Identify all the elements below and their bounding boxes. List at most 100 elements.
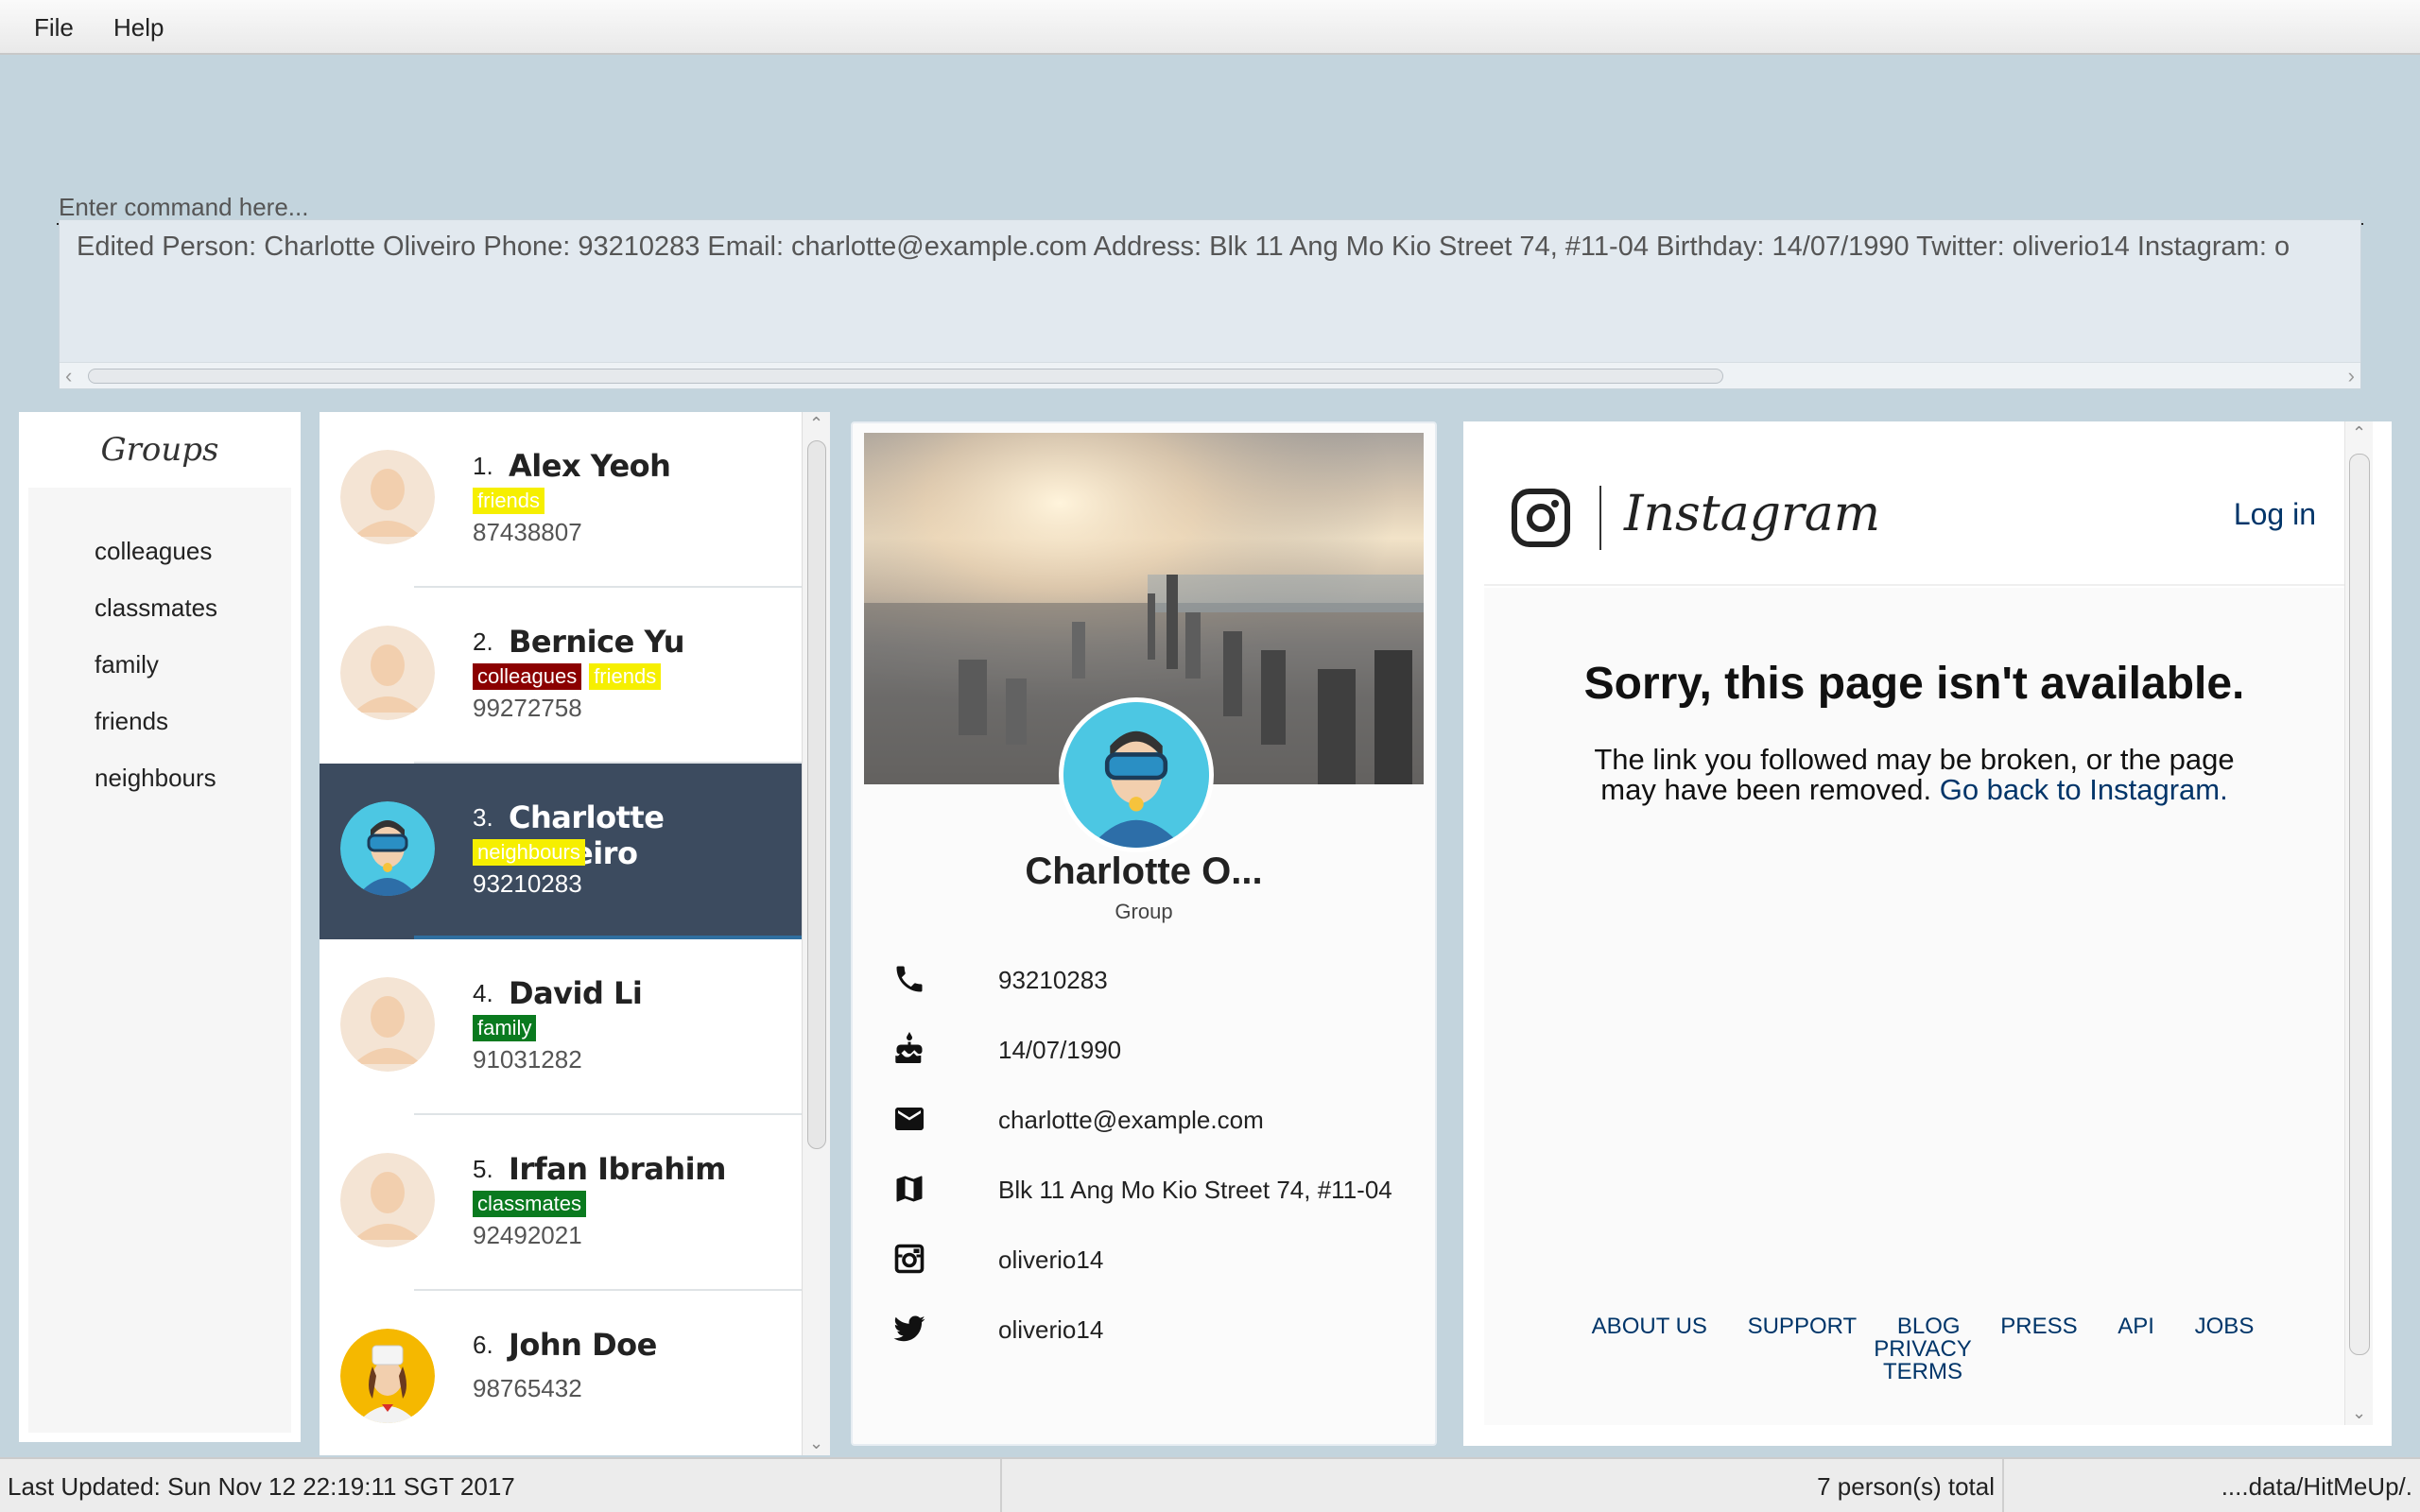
groups-list: colleagues classmates family friends nei… bbox=[28, 488, 291, 1433]
person-name: Bernice Yu bbox=[509, 624, 685, 660]
footer-press-link[interactable]: PRESS bbox=[2000, 1314, 2077, 1339]
person-phone: 92492021 bbox=[473, 1221, 582, 1249]
default-avatar-icon bbox=[340, 450, 435, 544]
person-index: 2. bbox=[473, 627, 493, 656]
person-card[interactable]: 4. David Li family 91031282 bbox=[320, 939, 802, 1115]
group-item-neighbours[interactable]: neighbours bbox=[95, 764, 216, 793]
scroll-left-icon[interactable]: ‹ bbox=[65, 363, 72, 388]
instagram-icon bbox=[894, 1244, 925, 1274]
scrollbar-thumb[interactable] bbox=[2349, 454, 2370, 1355]
default-avatar-icon bbox=[340, 626, 435, 720]
person-name: David Li bbox=[509, 975, 643, 1011]
scrollbar-thumb[interactable] bbox=[807, 440, 826, 1149]
person-phone: 93210283 bbox=[473, 869, 582, 898]
profile-panel: Charlotte O... Group 93210283 14/07/1990… bbox=[851, 421, 1437, 1446]
login-link[interactable]: Log in bbox=[2234, 497, 2316, 532]
profile-birthday-row: 14/07/1990 bbox=[892, 1032, 1422, 1070]
result-display: Edited Person: Charlotte Oliveiro Phone:… bbox=[59, 219, 2361, 389]
tag-friends: friends bbox=[473, 488, 545, 514]
person-index: 6. bbox=[473, 1331, 493, 1359]
person-name: John Doe bbox=[509, 1327, 657, 1363]
error-heading: Sorry, this page isn't available. bbox=[1583, 659, 2245, 709]
scroll-down-icon[interactable]: ⌄ bbox=[2352, 1403, 2366, 1423]
person-card[interactable]: 2. Bernice Yu colleagues friends 9927275… bbox=[320, 588, 802, 764]
instagram-wordmark: Instagram bbox=[1624, 486, 1881, 542]
scroll-down-icon[interactable]: ⌄ bbox=[809, 1434, 823, 1453]
menu-help[interactable]: Help bbox=[113, 13, 164, 43]
menu-bar: File Help bbox=[0, 0, 2420, 55]
profile-name: Charlotte O... bbox=[1025, 850, 1263, 892]
person-card-selected[interactable]: 3. Charlotte Oliveiro neighbours 9321028… bbox=[320, 764, 802, 939]
status-bar: Last Updated: Sun Nov 12 22:19:11 SGT 20… bbox=[0, 1457, 2420, 1512]
profile-email: charlotte@example.com bbox=[998, 1106, 1264, 1134]
profile-twitter: oliverio14 bbox=[998, 1315, 1104, 1344]
profile-address-row: Blk 11 Ang Mo Kio Street 74, #11-04 bbox=[892, 1172, 1422, 1210]
footer-privacy-link[interactable]: PRIVACY bbox=[1874, 1336, 1972, 1362]
instagram-browser-panel: Instagram Log in Sorry, this page isn't … bbox=[1463, 421, 2392, 1446]
footer-jobs-link[interactable]: JOBS bbox=[2195, 1314, 2255, 1339]
instagram-logo-icon bbox=[1512, 489, 1570, 547]
twitter-icon bbox=[893, 1315, 925, 1342]
result-horizontal-scrollbar[interactable]: ‹ › bbox=[60, 362, 2360, 388]
last-updated: Last Updated: Sun Nov 12 22:19:11 SGT 20… bbox=[0, 1459, 1002, 1512]
storage-path: ....data/HitMeUp/. bbox=[2221, 1472, 2412, 1501]
profile-birthday: 14/07/1990 bbox=[998, 1036, 1122, 1064]
profile-diver-avatar-icon bbox=[1059, 697, 1214, 852]
person-index: 3. bbox=[473, 803, 493, 832]
person-list: 1. Alex Yeoh friends 87438807 2. Bernice… bbox=[320, 412, 802, 1455]
instagram-body: Sorry, this page isn't available. The li… bbox=[1484, 588, 2344, 1425]
browser-scrollbar[interactable]: ⌃ ⌄ bbox=[2344, 421, 2373, 1425]
instagram-footer: ABOUT US SUPPORT BLOG PRESS API JOBS PRI… bbox=[1526, 1315, 2320, 1383]
groups-panel: Groups colleagues classmates family frie… bbox=[19, 412, 301, 1442]
person-list-scrollbar[interactable]: ⌃ ⌄ bbox=[802, 412, 830, 1455]
person-count: 7 person(s) total bbox=[1002, 1459, 2004, 1512]
error-message-block: The link you followed may be broken, or … bbox=[1569, 745, 2259, 805]
menu-file[interactable]: File bbox=[34, 13, 74, 43]
profile-instagram: oliverio14 bbox=[998, 1246, 1104, 1274]
profile-phone: 93210283 bbox=[998, 966, 1108, 994]
footer-support-link[interactable]: SUPPORT bbox=[1748, 1314, 1858, 1339]
scroll-up-icon[interactable]: ⌃ bbox=[2352, 423, 2366, 443]
chef-avatar-icon bbox=[340, 1329, 435, 1423]
scroll-up-icon[interactable]: ⌃ bbox=[809, 414, 823, 434]
person-phone: 98765432 bbox=[473, 1374, 582, 1402]
instagram-header: Instagram Log in bbox=[1484, 431, 2344, 586]
person-phone: 87438807 bbox=[473, 518, 582, 546]
logo-divider bbox=[1599, 486, 1601, 550]
person-card[interactable]: 1. Alex Yeoh friends 87438807 bbox=[320, 412, 802, 588]
group-item-friends[interactable]: friends bbox=[95, 707, 168, 736]
group-item-colleagues[interactable]: colleagues bbox=[95, 537, 212, 566]
map-icon bbox=[896, 1176, 923, 1202]
default-avatar-icon bbox=[340, 977, 435, 1072]
person-phone: 91031282 bbox=[473, 1045, 582, 1074]
command-area: Enter command here... Edited Person: Cha… bbox=[0, 55, 2420, 412]
footer-terms-link[interactable]: TERMS bbox=[1883, 1359, 1962, 1384]
profile-instagram-row: oliverio14 bbox=[892, 1242, 1422, 1280]
person-name: Irfan Ibrahim bbox=[509, 1151, 726, 1187]
result-text: Edited Person: Charlotte Oliveiro Phone:… bbox=[77, 232, 2290, 262]
person-phone: 99272758 bbox=[473, 694, 582, 722]
person-index: 5. bbox=[473, 1155, 493, 1183]
cake-icon bbox=[895, 1032, 923, 1063]
scrollbar-thumb[interactable] bbox=[88, 369, 1723, 384]
group-item-family[interactable]: family bbox=[95, 650, 159, 679]
default-avatar-icon bbox=[340, 1153, 435, 1247]
group-item-classmates[interactable]: classmates bbox=[95, 593, 217, 623]
person-card[interactable]: 5. Irfan Ibrahim classmates 92492021 bbox=[320, 1115, 802, 1291]
profile-address: Blk 11 Ang Mo Kio Street 74, #11-04 bbox=[998, 1176, 1392, 1204]
person-index: 1. bbox=[473, 452, 493, 480]
footer-blog-link[interactable]: BLOG bbox=[1897, 1314, 1961, 1339]
scroll-right-icon[interactable]: › bbox=[2348, 363, 2355, 388]
footer-about-link[interactable]: ABOUT US bbox=[1592, 1314, 1707, 1339]
tag-neighbours: neighbours bbox=[473, 839, 585, 866]
tag-family: family bbox=[473, 1015, 537, 1041]
person-card[interactable]: 6. John Doe 98765432 bbox=[320, 1291, 802, 1455]
tag-friends: friends bbox=[589, 663, 662, 690]
footer-api-link[interactable]: API bbox=[2118, 1314, 2154, 1339]
tag-colleagues: colleagues bbox=[473, 663, 582, 690]
email-icon bbox=[895, 1108, 924, 1130]
diver-avatar-icon bbox=[340, 801, 435, 896]
profile-group: Group bbox=[1115, 900, 1173, 923]
profile-phone-row: 93210283 bbox=[892, 962, 1422, 1000]
back-to-instagram-link[interactable]: Go back to Instagram. bbox=[1940, 773, 2228, 806]
